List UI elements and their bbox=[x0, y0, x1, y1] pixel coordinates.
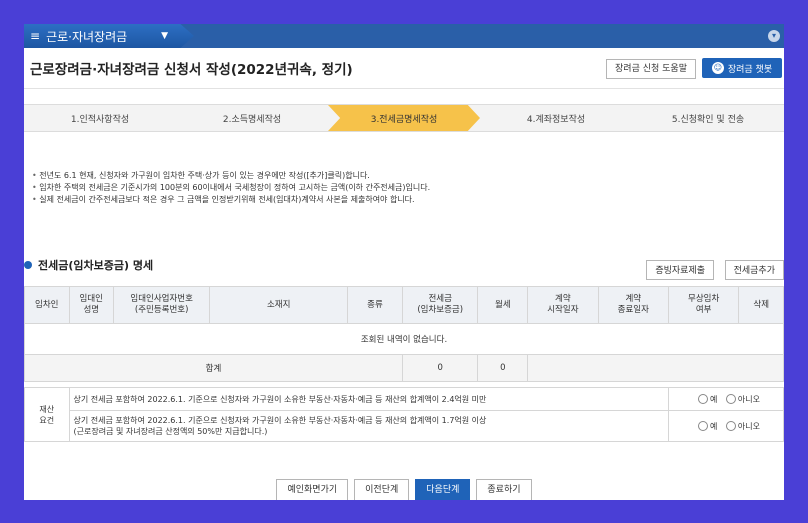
expand-icon[interactable]: ▾ bbox=[768, 30, 780, 42]
col-header: 무상임차 여부 bbox=[667, 286, 740, 324]
radio-no-label: 아니오 bbox=[737, 421, 760, 431]
chatbot-button[interactable]: ☺ 장려금 챗봇 bbox=[702, 58, 782, 78]
radio-yes[interactable] bbox=[697, 421, 708, 431]
step-5: 5.신청확인 및 전송 bbox=[671, 114, 745, 125]
section-title: 전세금(임차보증금) 명세 bbox=[38, 259, 154, 272]
radio-no[interactable] bbox=[725, 394, 736, 404]
add-deposit-button[interactable]: 전세금추가 bbox=[724, 260, 784, 280]
requirement-row: 상기 전세금 포함하여 2022.6.1. 기준으로 신청자와 가구원이 소유한… bbox=[25, 410, 784, 442]
radio-no[interactable] bbox=[725, 421, 736, 431]
hamburger-icon[interactable]: ≡ bbox=[30, 29, 40, 43]
sum-label: 합계 bbox=[24, 354, 403, 382]
col-header: 종류 bbox=[347, 286, 403, 324]
deposit-table: 임차인 임대인 성명 임대인사업자번호 (주민등록번호) 소재지 종류 전세금 … bbox=[24, 286, 784, 442]
note-1: 전년도 6.1 현재, 신청자와 가구원이 임차한 주택·상가 등이 있는 경우… bbox=[32, 170, 430, 182]
chatbot-icon: ☺ bbox=[711, 62, 724, 74]
step-2: 2.소득명세작성 bbox=[222, 114, 282, 125]
requirement-row: 재산 요건 상기 전세금 포함하여 2022.6.1. 기준으로 신청자와 가구… bbox=[24, 387, 784, 442]
col-header: 소재지 bbox=[209, 286, 349, 324]
radio-yes-label: 예 bbox=[709, 421, 718, 431]
bottom-buttons: 예인화면가기 이전단계 다음단계 종료하기 bbox=[24, 479, 784, 500]
caret-down-icon[interactable]: ▼ bbox=[161, 31, 168, 41]
sum-row: 합계 0 0 bbox=[24, 354, 784, 382]
exit-button[interactable]: 종료하기 bbox=[476, 479, 532, 500]
note-2: 임차한 주택의 전세금은 기준시가의 100분의 60이내에서 국세청장이 정하… bbox=[32, 182, 430, 194]
requirement-label: 재산 요건 bbox=[24, 387, 70, 442]
col-header: 임대인 성명 bbox=[68, 286, 115, 324]
col-header: 임대인사업자번호 (주민등록번호) bbox=[113, 286, 211, 324]
col-header: 계약 시작일자 bbox=[527, 286, 599, 324]
next-step-button[interactable]: 다음단계 bbox=[415, 479, 471, 500]
requirement-text: 상기 전세금 포함하여 2022.6.1. 기준으로 신청자와 가구원이 소유한… bbox=[68, 410, 669, 442]
page-title: 근로장려금·자녀장려금 신청서 작성(2022년귀속, 정기) bbox=[30, 62, 353, 78]
step-3-active: 3.전세금명세작성 bbox=[328, 105, 480, 131]
col-header: 월세 bbox=[477, 286, 529, 324]
title-row: 근로장려금·자녀장려금 신청서 작성(2022년귀속, 정기) 장려금 신청 도… bbox=[24, 48, 784, 89]
notes: 전년도 6.1 현재, 신청자와 가구원이 임차한 주택·상가 등이 있는 경우… bbox=[32, 170, 430, 206]
section-bullet-icon bbox=[24, 261, 32, 269]
step-4: 4.계좌정보작성 bbox=[526, 114, 586, 125]
step-1: 1.인적사항작성 bbox=[70, 114, 130, 125]
col-header: 전세금 (임차보증금) bbox=[401, 286, 479, 324]
col-header: 계약 종료일자 bbox=[597, 286, 669, 324]
empty-row: 조회된 내역이 없습니다. bbox=[24, 323, 784, 355]
top-bar: ≡ 근로·자녀장려금 ▼ ▾ bbox=[24, 24, 784, 48]
col-header: 삭제 bbox=[738, 286, 784, 324]
requirement-options: 예 아니오 bbox=[667, 410, 784, 442]
note-3: 실제 전세금이 간주전세금보다 적은 경우 그 금액을 인정받기위해 전세(임대… bbox=[32, 194, 430, 206]
section-header: 전세금(임차보증금) 명세 bbox=[24, 257, 153, 273]
sum-rent: 0 bbox=[477, 354, 529, 382]
sum-deposit: 0 bbox=[401, 354, 479, 382]
chatbot-label: 장려금 챗봇 bbox=[727, 64, 773, 75]
radio-yes[interactable] bbox=[697, 394, 708, 404]
help-button[interactable]: 장려금 신청 도움말 bbox=[606, 59, 696, 79]
requirement-text: 상기 전세금 포함하여 2022.6.1. 기준으로 신청자와 가구원이 소유한… bbox=[68, 387, 669, 411]
print-screen-button[interactable]: 예인화면가기 bbox=[276, 479, 349, 500]
app-window: ≡ 근로·자녀장려금 ▼ ▾ 근로장려금·자녀장려금 신청서 작성(2022년귀… bbox=[24, 24, 784, 500]
radio-no-label: 아니오 bbox=[737, 394, 760, 404]
requirement-options: 예 아니오 bbox=[667, 387, 784, 411]
radio-yes-label: 예 bbox=[709, 394, 718, 404]
sum-empty bbox=[527, 354, 784, 382]
col-header: 임차인 bbox=[24, 286, 70, 324]
menu-tab[interactable]: ≡ 근로·자녀장려금 ▼ bbox=[24, 24, 194, 48]
table-header-row: 임차인 임대인 성명 임대인사업자번호 (주민등록번호) 소재지 종류 전세금 … bbox=[24, 286, 784, 324]
empty-message: 조회된 내역이 없습니다. bbox=[24, 323, 784, 355]
proof-submit-button[interactable]: 증빙자료제출 bbox=[646, 260, 714, 280]
menu-tab-label: 근로·자녀장려금 bbox=[46, 29, 128, 44]
step-progress: 1.인적사항작성 2.소득명세작성 3.전세금명세작성 4.계좌정보작성 5.신… bbox=[24, 104, 784, 132]
prev-step-button[interactable]: 이전단계 bbox=[354, 479, 410, 500]
